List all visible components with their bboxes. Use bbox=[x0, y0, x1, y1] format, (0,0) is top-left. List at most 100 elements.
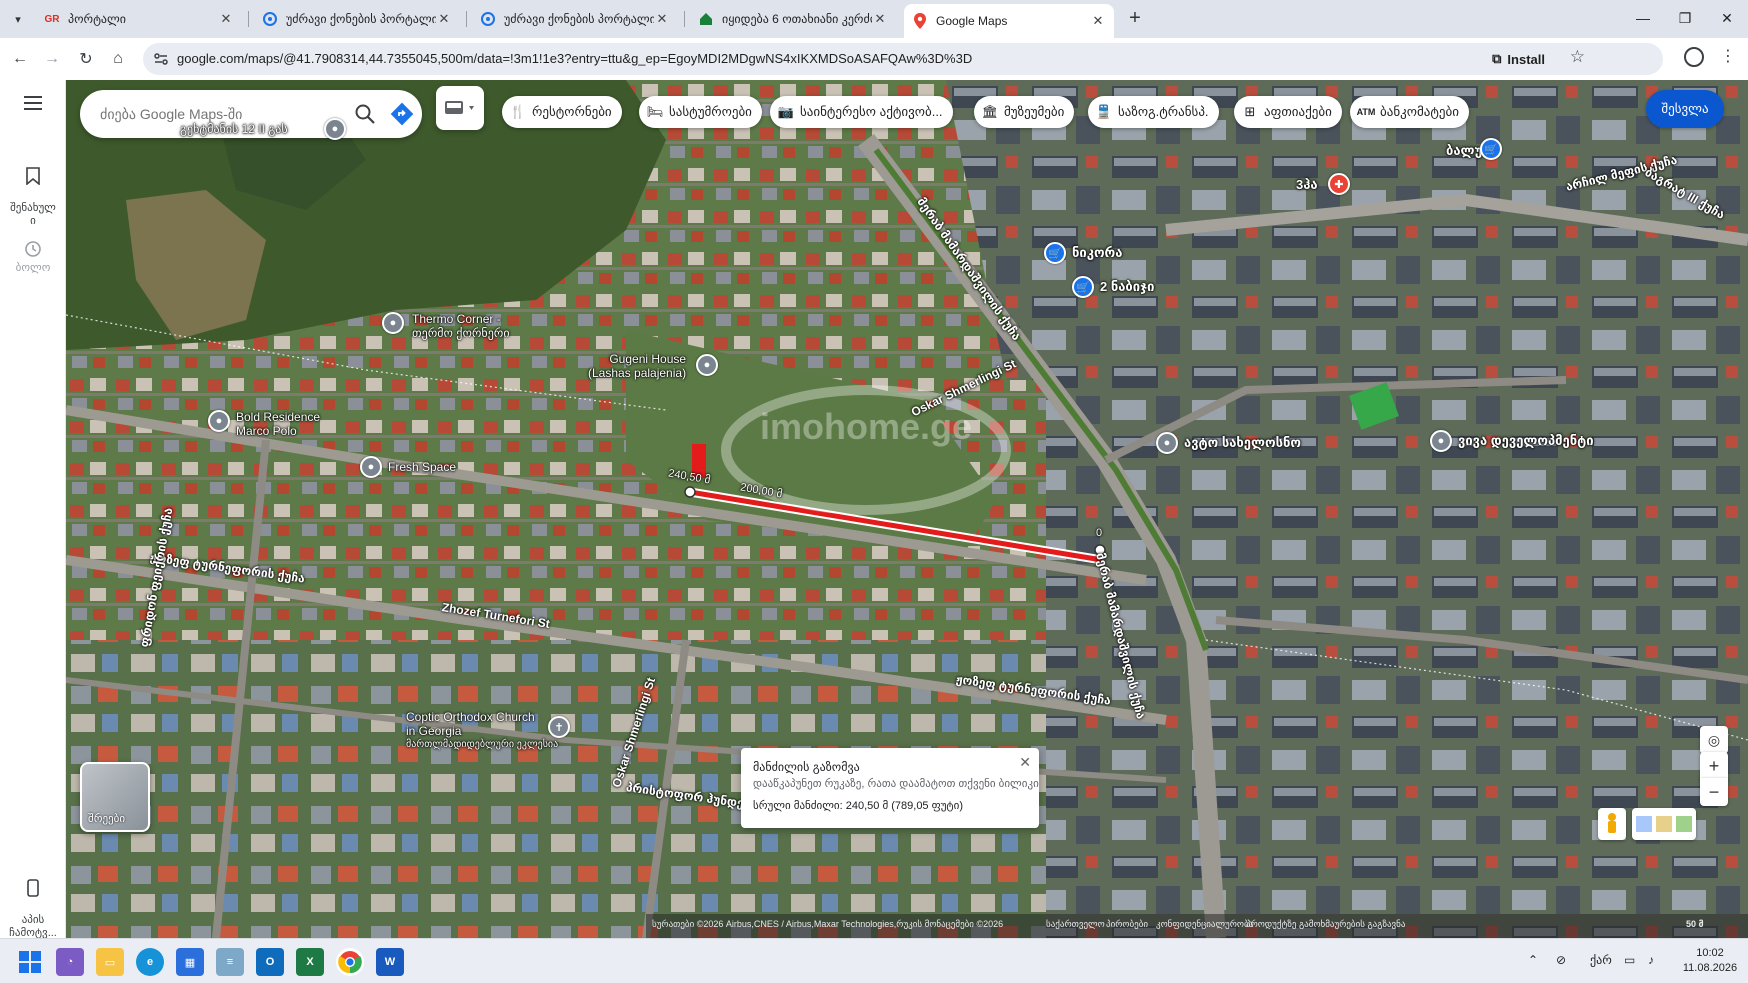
tab-search-button[interactable]: ▾ bbox=[6, 8, 30, 30]
place-pin-icon[interactable]: ● bbox=[208, 410, 230, 432]
site-info-icon[interactable] bbox=[153, 51, 169, 67]
place-label[interactable]: ვივა დეველოპმენტი bbox=[1458, 434, 1594, 448]
place-label[interactable]: Coptic Orthodox Church in Georgia bbox=[406, 710, 535, 738]
display-icon[interactable]: ▭ bbox=[1624, 953, 1635, 967]
feedback-link[interactable]: პროდუქტზე გამოხმაურების გაგზავნა bbox=[1246, 919, 1405, 930]
store-icon[interactable]: ▦ bbox=[176, 948, 204, 976]
zoom-out-button[interactable]: − bbox=[1700, 778, 1728, 806]
language-indicator[interactable]: ქარ bbox=[1590, 953, 1612, 967]
imagery-toggle[interactable] bbox=[1632, 808, 1696, 840]
back-icon[interactable]: ← bbox=[8, 47, 32, 71]
place-pin-icon[interactable]: ● bbox=[360, 456, 382, 478]
close-icon[interactable]: ✕ bbox=[436, 11, 452, 27]
measure-point-label: 0 bbox=[1096, 527, 1103, 539]
place-pin-icon[interactable]: ✝ bbox=[548, 716, 570, 738]
install-app-button[interactable]: ⧉ Install bbox=[1492, 48, 1545, 70]
excel-icon[interactable]: X bbox=[296, 948, 324, 976]
explorer-icon[interactable]: ▭ bbox=[96, 948, 124, 976]
window-close-icon[interactable]: ✕ bbox=[1712, 6, 1742, 30]
bookmark-star-icon[interactable]: ☆ bbox=[1570, 47, 1585, 67]
rail-saved[interactable]: შენახულ ი bbox=[0, 154, 66, 228]
measure-hint: დააწკაპუნეთ რუკაზე, რათა დაამატოთ თქვენი… bbox=[753, 778, 1039, 790]
new-tab-button[interactable]: + bbox=[1124, 8, 1146, 30]
place-label[interactable]: Fresh Space bbox=[388, 460, 456, 474]
browser-tab-4[interactable]: იყიდება 6 ოთახიანი კერძო ✕ bbox=[690, 4, 896, 34]
chip-restaurants[interactable]: 🍴 რესტორნები bbox=[502, 96, 622, 128]
terms-link[interactable]: პირობები bbox=[1106, 919, 1148, 930]
reload-icon[interactable]: ↻ bbox=[74, 47, 98, 71]
address-bar[interactable]: google.com/maps/@41.7908314,44.7355045,5… bbox=[143, 43, 1663, 75]
place-label[interactable]: ნიკორა bbox=[1072, 246, 1122, 260]
profile-icon[interactable] bbox=[1684, 47, 1704, 67]
phone-icon bbox=[27, 879, 39, 897]
chip-hotels[interactable]: 🛏 სასტუმროები bbox=[639, 96, 762, 128]
home-icon[interactable]: ⌂ bbox=[106, 47, 130, 71]
region-link[interactable]: საქართველო bbox=[1046, 919, 1105, 930]
place-pin-icon[interactable]: ● bbox=[324, 118, 346, 140]
place-label[interactable]: ბალუ bbox=[1446, 144, 1482, 158]
directions-icon[interactable] bbox=[390, 102, 414, 126]
place-label[interactable]: 2 ნაბიჯი bbox=[1100, 280, 1154, 294]
place-pin-icon[interactable]: ✚ bbox=[1328, 173, 1350, 195]
browser-tab-3[interactable]: უძრავი ქონების პორტალი ✕ bbox=[472, 4, 678, 34]
system-clock[interactable]: 10:02 11.08.2026 bbox=[1680, 946, 1740, 976]
sign-in-button[interactable]: შესვლა bbox=[1646, 90, 1724, 128]
rail-menu-button[interactable] bbox=[0, 96, 66, 114]
place-label[interactable]: 3ჰა bbox=[1296, 178, 1318, 192]
minimize-icon[interactable]: — bbox=[1628, 6, 1658, 30]
volume-icon[interactable]: ♪ bbox=[1648, 953, 1654, 967]
close-icon[interactable]: ✕ bbox=[1090, 13, 1106, 29]
zoom-in-button[interactable]: + bbox=[1700, 752, 1728, 780]
shop-pin-icon[interactable]: 🛒 bbox=[1044, 242, 1066, 264]
rail-recent[interactable]: ბოლო bbox=[0, 240, 66, 275]
place-label[interactable]: ავტო სახელოსნო bbox=[1184, 436, 1301, 450]
chip-transit[interactable]: 🚆 საზოგ.ტრანსპ. bbox=[1088, 96, 1219, 128]
layers-button[interactable]: შრეები bbox=[80, 762, 150, 832]
hotel-icon: 🛏 bbox=[646, 104, 664, 119]
place-label[interactable]: Bold Residence Marco Polo bbox=[236, 410, 320, 438]
widgets-icon[interactable]: ◔ bbox=[56, 948, 84, 976]
edge-icon[interactable]: e bbox=[136, 948, 164, 976]
chip-museums[interactable]: 🏛 მუზეუმები bbox=[974, 96, 1075, 128]
place-pin-icon[interactable]: ● bbox=[1430, 430, 1452, 452]
forward-icon[interactable]: → bbox=[40, 47, 64, 71]
scale-label[interactable]: 50 მ bbox=[1686, 919, 1704, 930]
rail-saved-label: შენახულ ი bbox=[10, 202, 56, 227]
place-pin-icon[interactable]: ● bbox=[696, 354, 718, 376]
start-icon[interactable] bbox=[16, 948, 44, 976]
notepad-icon[interactable]: ≡ bbox=[216, 948, 244, 976]
place-label[interactable]: Gugeni House (Lashas palajenia) bbox=[588, 352, 686, 380]
chip-pharmacies[interactable]: ⊞ აფთიაქები bbox=[1234, 96, 1342, 128]
chip-things-to-do[interactable]: 📷 საინტერესო აქტივობ... bbox=[770, 96, 953, 128]
transit-layer-button[interactable] bbox=[436, 86, 484, 130]
gr-logo-icon: GR bbox=[44, 13, 60, 25]
place-pin-icon[interactable]: ● bbox=[1156, 432, 1178, 454]
shop-pin-icon[interactable]: 🛒 bbox=[1072, 276, 1094, 298]
browser-toolbar: ← → ↻ ⌂ google.com/maps/@41.7908314,44.7… bbox=[0, 38, 1748, 80]
chip-atms[interactable]: ATM ბანკომატები bbox=[1350, 96, 1469, 128]
rail-get-app[interactable]: აპის ჩამოტვ... bbox=[0, 866, 66, 940]
word-icon[interactable]: W bbox=[376, 948, 404, 976]
place-pin-icon[interactable]: ● bbox=[382, 312, 404, 334]
street-view-pegman-icon[interactable] bbox=[1598, 808, 1626, 840]
search-icon[interactable] bbox=[354, 103, 376, 125]
restore-icon[interactable]: ❐ bbox=[1670, 6, 1700, 30]
my-location-icon[interactable]: ◎ bbox=[1700, 726, 1728, 754]
browser-tab-5[interactable]: Google Maps ✕ bbox=[904, 4, 1114, 38]
close-icon[interactable]: ✕ bbox=[654, 11, 670, 27]
shop-pin-icon[interactable]: 🛒 bbox=[1480, 138, 1502, 160]
place-label[interactable]: გეხტმანის 12 II გას bbox=[180, 122, 288, 136]
menu-kebab-icon[interactable]: ⋮ bbox=[1720, 46, 1736, 66]
network-off-icon[interactable]: ⊘ bbox=[1556, 953, 1566, 967]
privacy-link[interactable]: კონფიდენციალურობა bbox=[1156, 919, 1253, 930]
outlook-icon[interactable]: O bbox=[256, 948, 284, 976]
close-icon[interactable]: ✕ bbox=[1019, 754, 1031, 771]
place-label[interactable]: Thermo Corner - თერმო ქორნერი bbox=[412, 312, 510, 340]
browser-tab-1[interactable]: GR პორტალი ✕ bbox=[36, 4, 242, 34]
tray-overflow-icon[interactable]: ⌃ bbox=[1528, 953, 1538, 967]
close-icon[interactable]: ✕ bbox=[218, 11, 234, 27]
close-icon[interactable]: ✕ bbox=[872, 11, 888, 27]
browser-tab-2[interactable]: უძრავი ქონების პორტალი ✕ bbox=[254, 4, 460, 34]
chrome-icon[interactable] bbox=[336, 948, 364, 976]
map-canvas[interactable]: imohome.ge 🍴 რესტორნები 🛏 სასტუმროები 📷 საი… bbox=[66, 80, 1748, 938]
